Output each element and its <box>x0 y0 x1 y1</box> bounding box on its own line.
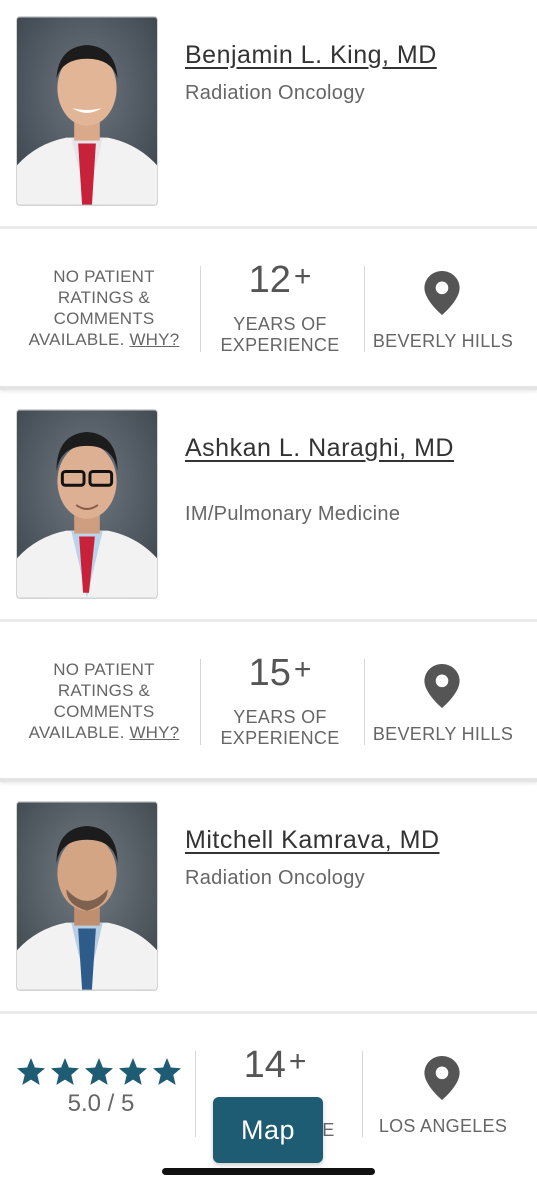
years-label-line: YEARS OF <box>233 314 327 334</box>
years-experience-label: YEARS OF EXPERIENCE <box>200 314 360 356</box>
years-number: 12 <box>248 259 291 301</box>
years-label-line: YEARS OF <box>233 707 327 727</box>
doctor-photo[interactable] <box>16 801 158 991</box>
why-link[interactable]: WHY? <box>129 330 179 349</box>
location-text: BEVERLY HILLS <box>372 724 514 744</box>
star-icon <box>17 1058 45 1085</box>
location-pin-icon <box>424 664 460 708</box>
star-rating: 5.0 / 5 <box>0 1056 195 1126</box>
doctor-name-link[interactable]: Ashkan L. Naraghi, MD <box>185 434 485 463</box>
location-pin-icon <box>424 1056 460 1100</box>
star-icon <box>119 1058 147 1085</box>
home-indicator[interactable] <box>162 1168 375 1175</box>
star-icon <box>153 1058 181 1085</box>
doctor-stats-row: NO PATIENT RATINGS & COMMENTS AVAILABLE.… <box>0 229 537 389</box>
years-plus: + <box>293 260 312 293</box>
doctor-card: Ashkan L. Naraghi, MD IM/Pulmonary Medic… <box>0 392 537 782</box>
location-pin-icon <box>424 271 460 315</box>
doctor-specialty: Radiation Oncology <box>185 867 365 889</box>
doctor-photo[interactable] <box>16 16 158 206</box>
card-bottom-border <box>0 386 537 390</box>
doctor-card: Benjamin L. King, MD Radiation Oncology … <box>0 0 537 390</box>
no-ratings-text: NO PATIENT RATINGS & COMMENTS AVAILABLE.… <box>10 659 198 743</box>
location-text: LOS ANGELES <box>378 1116 508 1136</box>
doctor-name-link[interactable]: Mitchell Kamrava, MD <box>185 826 505 855</box>
years-experience-label: YEARS OF EXPERIENCE <box>200 707 360 749</box>
no-ratings-line: RATINGS & <box>57 288 151 307</box>
no-ratings-line: AVAILABLE. <box>28 330 125 349</box>
no-ratings-line: AVAILABLE. <box>28 723 125 742</box>
no-ratings-line: NO PATIENT <box>53 267 155 286</box>
map-button[interactable]: Map <box>213 1097 323 1163</box>
why-link[interactable]: WHY? <box>129 723 179 742</box>
no-ratings-line: COMMENTS <box>53 309 155 328</box>
doctor-name-link[interactable]: Benjamin L. King, MD <box>185 41 505 70</box>
card-bottom-border <box>0 778 537 782</box>
years-plus: + <box>288 1045 307 1078</box>
doctor-photo[interactable] <box>16 409 158 599</box>
years-number: 14 <box>243 1044 286 1086</box>
no-ratings-line: NO PATIENT <box>53 660 155 679</box>
doctor-photo-image <box>17 802 157 990</box>
star-icon <box>85 1058 113 1085</box>
star-icon <box>51 1058 79 1085</box>
years-label-line: EXPERIENCE <box>220 335 340 355</box>
doctor-photo-image <box>17 410 157 598</box>
no-ratings-line: RATINGS & <box>57 681 151 700</box>
years-plus: + <box>293 653 312 686</box>
years-experience-value: 14 + <box>195 1044 355 1087</box>
doctor-stats-row: NO PATIENT RATINGS & COMMENTS AVAILABLE.… <box>0 622 537 782</box>
location-text: BEVERLY HILLS <box>372 331 514 351</box>
no-ratings-text: NO PATIENT RATINGS & COMMENTS AVAILABLE.… <box>10 266 198 350</box>
years-label-line: EXPERIENCE <box>220 728 340 748</box>
doctor-specialty: IM/Pulmonary Medicine <box>185 503 401 525</box>
years-experience-value: 12 + <box>200 259 360 302</box>
years-number: 15 <box>248 652 291 694</box>
rating-score: 5.0 / 5 <box>67 1090 135 1117</box>
doctor-specialty: Radiation Oncology <box>185 82 365 104</box>
no-ratings-line: COMMENTS <box>53 702 155 721</box>
stars <box>15 1056 183 1090</box>
doctor-photo-image <box>17 17 157 205</box>
years-experience-value: 15 + <box>200 652 360 695</box>
